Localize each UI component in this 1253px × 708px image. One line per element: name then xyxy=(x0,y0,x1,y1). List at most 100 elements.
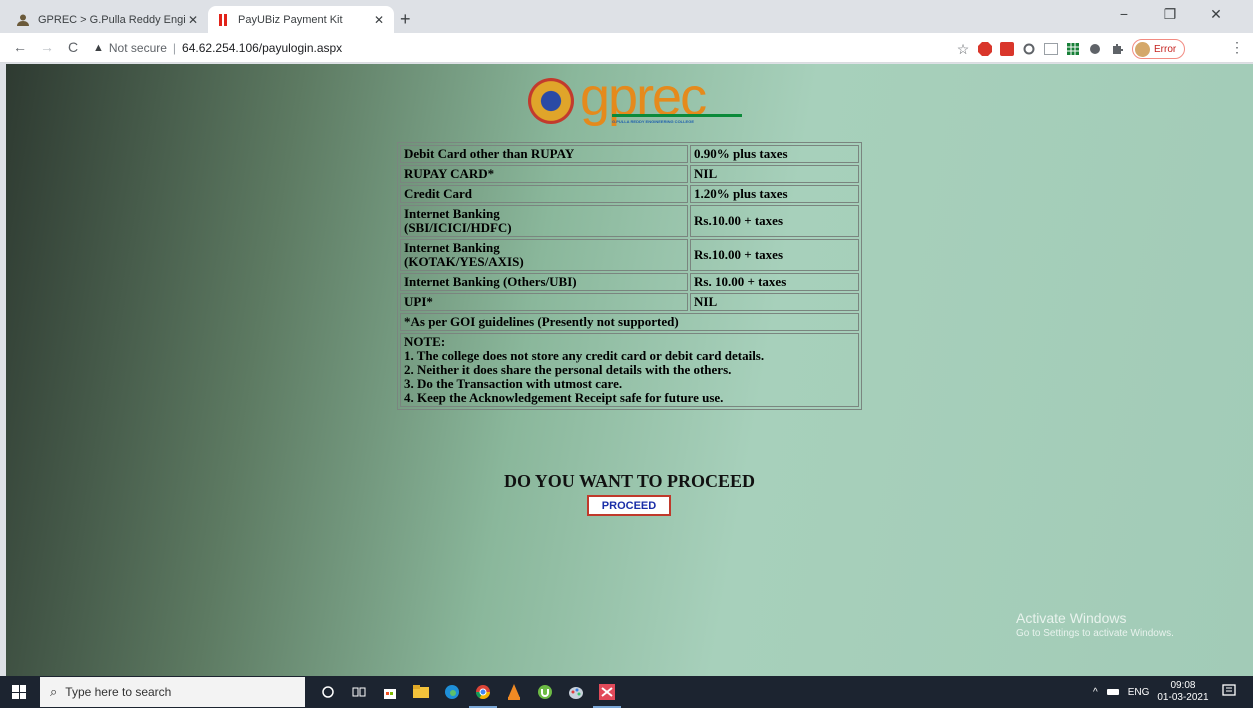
chrome-icon[interactable] xyxy=(469,682,497,708)
person-icon xyxy=(16,13,30,27)
reload-button[interactable]: C xyxy=(68,39,78,55)
method-line: Internet Banking xyxy=(404,240,500,255)
taskbar: ⌕ Type here to search ^ ENG 09:08 01-03-… xyxy=(0,676,1253,708)
method-cell: Credit Card xyxy=(400,185,688,203)
browser-toolbar: ← → C ▲ Not secure | 64.62.254.106/payul… xyxy=(0,33,1253,63)
tab-title: PayUBiz Payment Kit xyxy=(238,13,343,26)
taskbar-search[interactable]: ⌕ Type here to search xyxy=(40,677,305,707)
table-row: UPI* NIL xyxy=(400,293,859,311)
utorrent-icon[interactable] xyxy=(535,682,555,702)
note-line: 1. The college does not store any credit… xyxy=(404,348,765,363)
method-line: Internet Banking xyxy=(404,206,500,221)
table-row: Internet Banking (Others/UBI) Rs. 10.00 … xyxy=(400,273,859,291)
tab-strip: GPREC > G.Pulla Reddy Enginee ✕ PayUBiz … xyxy=(0,0,1253,33)
file-explorer-icon[interactable] xyxy=(411,682,431,702)
abp-icon[interactable] xyxy=(974,41,996,57)
search-icon: ⌕ xyxy=(50,684,58,699)
paint-icon[interactable] xyxy=(566,682,586,702)
url-text: 64.62.254.106/payulogin.aspx xyxy=(182,41,343,55)
cortana-icon[interactable] xyxy=(318,682,338,702)
charge-cell: Rs. 10.00 + taxes xyxy=(690,273,859,291)
store-icon[interactable] xyxy=(380,682,400,702)
close-icon[interactable]: ✕ xyxy=(372,13,386,27)
method-cell: Internet Banking (Others/UBI) xyxy=(400,273,688,291)
circle-icon[interactable] xyxy=(1018,41,1040,57)
method-cell: Internet Banking (KOTAK/YES/AXIS) xyxy=(400,239,688,271)
vlc-icon[interactable] xyxy=(504,682,524,702)
tab-payubiz[interactable]: PayUBiz Payment Kit ✕ xyxy=(208,6,394,33)
watermark-title: Activate Windows xyxy=(1016,610,1127,626)
clock-date: 01-03-2021 xyxy=(1157,692,1209,703)
charge-cell: 1.20% plus taxes xyxy=(690,185,859,203)
table-row: Internet Banking (SBI/ICICI/HDFC) Rs.10.… xyxy=(400,205,859,237)
table-row: Internet Banking (KOTAK/YES/AXIS) Rs.10.… xyxy=(400,239,859,271)
windows-start-icon[interactable] xyxy=(12,685,26,699)
method-line: (KOTAK/YES/AXIS) xyxy=(404,254,524,269)
forward-button[interactable]: → xyxy=(40,39,54,55)
divider: | xyxy=(172,41,177,55)
pdf-icon[interactable] xyxy=(996,41,1018,57)
note-cell: NOTE: 1. The college does not store any … xyxy=(400,333,859,407)
mail-icon[interactable] xyxy=(1040,41,1062,57)
puzzle-gear-icon[interactable] xyxy=(1084,41,1106,57)
payu-icon xyxy=(216,13,230,27)
edge-icon[interactable] xyxy=(442,682,462,702)
clock-time: 09:08 xyxy=(1170,680,1196,691)
language-indicator[interactable]: ENG xyxy=(1128,687,1150,698)
menu-icon[interactable]: ⋮ xyxy=(1230,39,1244,56)
system-tray: ^ ENG 09:08 01-03-2021 xyxy=(1093,676,1209,708)
table-row: RUPAY CARD* NIL xyxy=(400,165,859,183)
tab-title: GPREC > G.Pulla Reddy Enginee xyxy=(38,13,186,26)
note-line: 2. Neither it does share the personal de… xyxy=(404,362,732,377)
profile-error-button[interactable]: Error xyxy=(1132,39,1186,59)
task-view-icon[interactable] xyxy=(349,682,369,702)
method-cell: UPI* xyxy=(400,293,688,311)
table-row: NOTE: 1. The college does not store any … xyxy=(400,333,859,407)
college-seal-icon xyxy=(528,78,574,124)
logo-subtitle: G.PULLA REDDY ENGINEERING COLLEGE xyxy=(612,119,695,124)
close-icon[interactable]: ✕ xyxy=(186,13,200,27)
note-line: 4. Keep the Acknowledgement Receipt safe… xyxy=(404,390,724,405)
method-cell: Debit Card other than RUPAY xyxy=(400,145,688,163)
note-heading: NOTE: xyxy=(404,334,446,349)
footnote-cell: *As per GOI guidelines (Presently not su… xyxy=(400,313,859,331)
clock[interactable]: 09:08 01-03-2021 xyxy=(1157,680,1208,704)
minimize-button[interactable]: − xyxy=(1101,6,1147,22)
tab-gprec[interactable]: GPREC > G.Pulla Reddy Enginee ✕ xyxy=(8,6,208,33)
proceed-button[interactable]: PROCEED xyxy=(587,495,671,516)
avatar xyxy=(1135,41,1150,57)
method-cell: RUPAY CARD* xyxy=(400,165,688,183)
watermark-subtitle: Go to Settings to activate Windows. xyxy=(1016,628,1174,639)
profile-error-label: Error xyxy=(1154,43,1177,55)
note-line: 3. Do the Transaction with utmost care. xyxy=(404,376,623,391)
table-row: Debit Card other than RUPAY 0.90% plus t… xyxy=(400,145,859,163)
table-row: Credit Card 1.20% plus taxes xyxy=(400,185,859,203)
sheets-icon[interactable] xyxy=(1062,41,1084,57)
pdf-app-icon[interactable] xyxy=(593,682,621,708)
back-button[interactable]: ← xyxy=(13,39,27,55)
network-icon[interactable] xyxy=(1106,686,1120,699)
address-bar[interactable]: ▲ Not secure | 64.62.254.106/payulogin.a… xyxy=(93,37,933,59)
bookmark-star-icon[interactable]: ☆ xyxy=(952,41,974,57)
charge-cell: NIL xyxy=(690,165,859,183)
charge-cell: 0.90% plus taxes xyxy=(690,145,859,163)
method-cell: Internet Banking (SBI/ICICI/HDFC) xyxy=(400,205,688,237)
security-label: Not secure xyxy=(108,41,167,55)
table-row: *As per GOI guidelines (Presently not su… xyxy=(400,313,859,331)
method-line: (SBI/ICICI/HDFC) xyxy=(404,220,512,235)
logo-divider xyxy=(612,114,742,117)
warning-icon: ▲ xyxy=(93,42,104,54)
college-logo: gprec G.PULLA REDDY ENGINEERING COLLEGE xyxy=(524,70,744,128)
payment-charges-table: Debit Card other than RUPAY 0.90% plus t… xyxy=(397,142,862,410)
maximize-button[interactable]: ❐ xyxy=(1147,6,1193,23)
proceed-question: DO YOU WANT TO PROCEED xyxy=(503,471,756,491)
extension-bar: ☆ Error xyxy=(952,39,1186,59)
tray-chevron-icon[interactable]: ^ xyxy=(1093,687,1098,698)
search-placeholder: Type here to search xyxy=(65,685,172,699)
charge-cell: Rs.10.00 + taxes xyxy=(690,239,859,271)
new-tab-button[interactable]: + xyxy=(400,9,411,30)
page-content: gprec G.PULLA REDDY ENGINEERING COLLEGE … xyxy=(6,64,1253,676)
puzzle-icon[interactable] xyxy=(1106,41,1128,57)
close-window-button[interactable]: ✕ xyxy=(1193,6,1239,23)
notifications-icon[interactable] xyxy=(1222,684,1236,701)
